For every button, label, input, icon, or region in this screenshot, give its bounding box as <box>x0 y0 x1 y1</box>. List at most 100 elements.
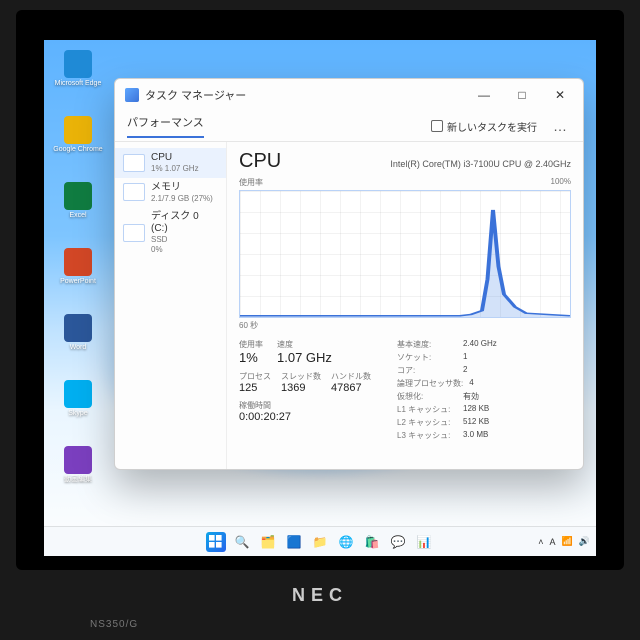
speed-lbl: 速度 <box>277 339 332 350</box>
tab-performance[interactable]: パフォーマンス <box>127 114 204 138</box>
desktop-icon[interactable]: Google Chrome <box>50 116 106 176</box>
sidebar-item-sub: SSD0% <box>151 235 218 254</box>
main-panel: CPU Intel(R) Core(TM) i3-7100U CPU @ 2.4… <box>227 142 583 469</box>
taskbar[interactable]: 🔍 🗂️ 🟦 📁 🌐 🛍️ 💬 📊 ˄ A 📶 🔊 <box>44 526 596 556</box>
widgets-icon[interactable]: 🟦 <box>284 532 304 552</box>
desktop-icon[interactable]: Excel <box>50 182 106 242</box>
app-icon <box>64 116 92 144</box>
maximize-button[interactable]: □ <box>503 81 541 109</box>
uptime-lbl: 稼働時間 <box>239 400 371 411</box>
spec-key: 論理プロセッサ数: <box>397 378 463 389</box>
usage-val: 1% <box>239 350 263 365</box>
spec-row: コア: 2 <box>397 365 497 376</box>
desktop-icon[interactable]: 動画編集 <box>50 446 106 506</box>
hnd-val: 47867 <box>331 382 371 394</box>
spec-value: 有効 <box>463 391 479 402</box>
system-tray[interactable]: ˄ A 📶 🔊 <box>538 536 590 547</box>
thumb-icon <box>123 224 145 242</box>
titlebar[interactable]: タスク マネージャー — □ ✕ <box>115 79 583 111</box>
spec-key: コア: <box>397 365 457 376</box>
stats-col-right: 基本速度:2.40 GHzソケット:1コア:2論理プロセッサ数:4仮想化:有効L… <box>397 339 497 441</box>
spec-row: 仮想化:有効 <box>397 391 497 402</box>
window-title: タスク マネージャー <box>125 87 246 103</box>
thr-lbl: スレッド数 <box>281 371 321 382</box>
screen-bezel: Microsoft Edge Google Chrome Excel Power… <box>16 10 624 570</box>
monitor-model: NS350/G <box>90 619 138 630</box>
sidebar-item-ディスク 0 (c:)[interactable]: ディスク 0 (C:) SSD0% <box>115 207 226 258</box>
app-icon <box>64 380 92 408</box>
icon-label: 動画編集 <box>64 476 92 484</box>
cpu-stats: 使用率 1% 速度 1.07 GHz <box>239 339 571 441</box>
spec-key: L3 キャッシュ: <box>397 430 457 441</box>
stats-col-left: 使用率 1% 速度 1.07 GHz <box>239 339 371 441</box>
spec-row: 論理プロセッサ数: 4 <box>397 378 497 389</box>
sidebar-item-name: ディスク 0 (C:) <box>151 211 218 235</box>
usage-lbl: 使用率 <box>239 339 263 350</box>
body: CPU 1% 1.07 GHz メモリ 2.1/7.9 GB (27%) ディス… <box>115 141 583 469</box>
close-button[interactable]: ✕ <box>541 81 579 109</box>
sidebar-item-name: メモリ <box>151 182 213 194</box>
window-title-text: タスク マネージャー <box>145 87 246 103</box>
spec-row: L3 キャッシュ: 3.0 MB <box>397 430 497 441</box>
volume-icon[interactable]: 🔊 <box>579 536 590 547</box>
spec-value: 3.0 MB <box>463 430 488 441</box>
sidebar-item-name: CPU <box>151 152 199 164</box>
sidebar-item-メモリ[interactable]: メモリ 2.1/7.9 GB (27%) <box>115 178 226 208</box>
explorer-icon[interactable]: 📁 <box>310 532 330 552</box>
monitor-brand: NEC <box>292 585 348 606</box>
wifi-icon[interactable]: 📶 <box>562 536 573 547</box>
ymax-label: 100% <box>551 177 571 188</box>
sidebar: CPU 1% 1.07 GHz メモリ 2.1/7.9 GB (27%) ディス… <box>115 142 227 469</box>
icon-label: PowerPoint <box>60 278 96 286</box>
spec-value: 2 <box>463 365 467 376</box>
spec-value: 4 <box>469 378 473 389</box>
run-new-task-button[interactable]: 新しいタスクを実行 <box>431 119 537 134</box>
spec-key: ソケット: <box>397 352 457 363</box>
icon-label: Skype <box>68 410 87 418</box>
speed-val: 1.07 GHz <box>277 350 332 365</box>
desktop-icons: Microsoft Edge Google Chrome Excel Power… <box>50 50 106 512</box>
minimize-button[interactable]: — <box>465 81 503 109</box>
search-icon[interactable]: 🔍 <box>232 532 252 552</box>
app-icon <box>64 248 92 276</box>
spec-row: 基本速度: 2.40 GHz <box>397 339 497 350</box>
taskview-icon[interactable]: 🗂️ <box>258 532 278 552</box>
sidebar-item-sub: 2.1/7.9 GB (27%) <box>151 194 213 204</box>
more-options-button[interactable]: … <box>549 118 571 134</box>
desktop-icon[interactable]: Microsoft Edge <box>50 50 106 110</box>
monitor-frame: Microsoft Edge Google Chrome Excel Power… <box>0 0 640 640</box>
task-manager-window: タスク マネージャー — □ ✕ パフォーマンス 新しいタスクを実行 … <box>114 78 584 470</box>
sidebar-item-cpu[interactable]: CPU 1% 1.07 GHz <box>115 148 226 178</box>
app-icon <box>64 182 92 210</box>
chat-icon[interactable]: 💬 <box>388 532 408 552</box>
icon-label: Microsoft Edge <box>55 80 102 88</box>
spec-row: L2 キャッシュ:512 KB <box>397 417 497 428</box>
spec-key: L2 キャッシュ: <box>397 417 457 428</box>
ime-icon[interactable]: A <box>550 537 556 547</box>
cpu-usage-graph <box>239 190 571 318</box>
spec-key: L1 キャッシュ: <box>397 404 457 415</box>
spec-key: 基本速度: <box>397 339 457 350</box>
uptime-val: 0:00:20:27 <box>239 411 371 423</box>
start-button[interactable] <box>206 532 226 552</box>
run-task-label: 新しいタスクを実行 <box>447 119 537 134</box>
desktop: Microsoft Edge Google Chrome Excel Power… <box>44 40 596 556</box>
proc-lbl: プロセス <box>239 371 271 382</box>
spec-value: 2.40 GHz <box>463 339 497 350</box>
taskmgr-taskbar-icon[interactable]: 📊 <box>414 532 434 552</box>
edge-icon[interactable]: 🌐 <box>336 532 356 552</box>
app-icon <box>64 50 92 78</box>
thumb-icon <box>123 183 145 201</box>
graph-labels: 使用率 100% <box>239 177 571 188</box>
run-task-icon <box>431 120 443 132</box>
chevron-up-icon[interactable]: ˄ <box>538 537 543 547</box>
sidebar-item-sub: 1% 1.07 GHz <box>151 164 199 174</box>
store-icon[interactable]: 🛍️ <box>362 532 382 552</box>
icon-label: Word <box>70 344 87 352</box>
spec-row: L1 キャッシュ:128 KB <box>397 404 497 415</box>
proc-val: 125 <box>239 382 271 394</box>
desktop-icon[interactable]: Word <box>50 314 106 374</box>
cpu-model: Intel(R) Core(TM) i3-7100U CPU @ 2.40GHz <box>390 159 571 169</box>
desktop-icon[interactable]: PowerPoint <box>50 248 106 308</box>
desktop-icon[interactable]: Skype <box>50 380 106 440</box>
